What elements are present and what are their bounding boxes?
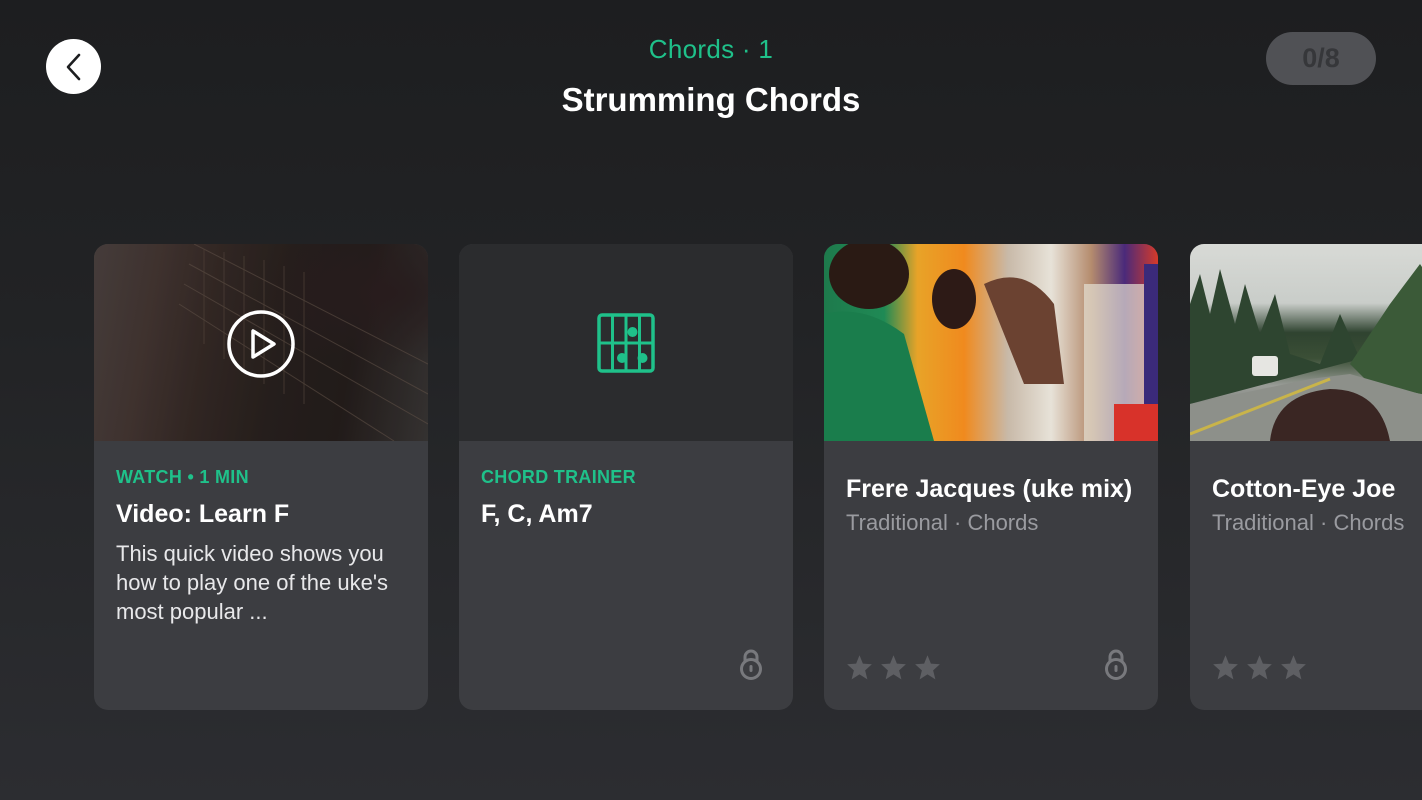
card-meta: Traditional · Chords <box>1212 510 1405 535</box>
card-eyebrow: WATCH • 1 MIN <box>116 467 249 487</box>
lesson-cards-carousel: WATCH • 1 MIN Video: Learn F This quick … <box>94 244 1422 711</box>
card-title: F, C, Am7 <box>481 500 593 528</box>
star-rating <box>846 654 941 680</box>
star-icon <box>1281 655 1306 680</box>
page-title: Strumming Chords <box>561 81 861 118</box>
star-icon <box>847 655 872 680</box>
card-title: Video: Learn F <box>116 500 290 528</box>
star-icon <box>881 655 906 680</box>
song-thumbnail-image <box>1190 244 1422 441</box>
card-eyebrow: CHORD TRAINER <box>481 467 636 487</box>
chord-diagram-icon <box>597 312 655 373</box>
play-icon[interactable] <box>226 309 296 379</box>
star-icon <box>1213 655 1238 680</box>
video-thumbnail <box>94 244 428 441</box>
card-title: Cotton-Eye Joe <box>1212 475 1396 503</box>
lesson-subtitle: Chords · 1 <box>648 34 774 64</box>
lesson-card-video[interactable]: WATCH • 1 MIN Video: Learn F This quick … <box>94 244 428 710</box>
card-meta: Traditional · Chords <box>846 510 1039 535</box>
lesson-card-chord-trainer[interactable]: CHORD TRAINER F, C, Am7 <box>459 244 793 710</box>
lock-icon <box>1105 649 1127 680</box>
card-title: Frere Jacques (uke mix) <box>846 475 1133 503</box>
page-header: Chords · 1 Strumming Chords <box>0 34 1422 119</box>
star-rating <box>1212 654 1307 680</box>
star-icon <box>915 655 940 680</box>
crowd-photo <box>824 244 1158 441</box>
song-thumbnail-image <box>824 244 1158 441</box>
lock-icon <box>740 649 762 680</box>
lesson-card-song[interactable]: Frere Jacques (uke mix) Traditional · Ch… <box>824 244 1158 710</box>
lesson-card-song[interactable]: Cotton-Eye Joe Traditional · Chords <box>1190 244 1422 710</box>
progress-badge: 0/8 <box>1266 32 1376 85</box>
chord-trainer-thumbnail <box>459 244 793 441</box>
road-photo <box>1190 264 1422 441</box>
card-description: This quick video shows you how to play o… <box>116 541 389 624</box>
star-icon <box>1247 655 1272 680</box>
